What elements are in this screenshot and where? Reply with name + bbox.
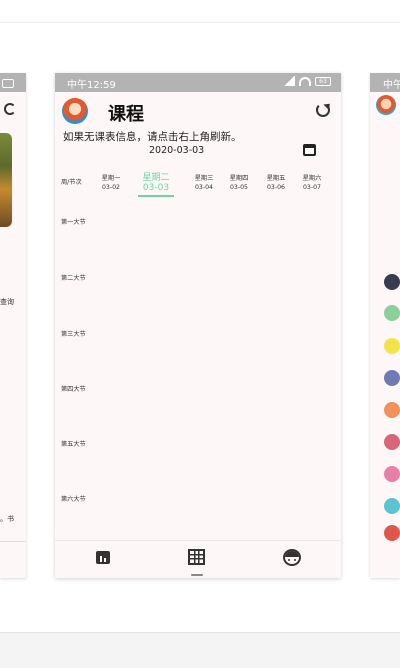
- left-preview-status-bar: [0, 73, 26, 92]
- menu-dot-icon: [384, 402, 400, 418]
- day-date: 03-04: [195, 184, 213, 191]
- day-date: 03-03: [142, 183, 170, 193]
- refresh-hint: 如果无课表信息，请点击右上角刷新。: [63, 131, 242, 143]
- tab-day-thursday[interactable]: 星期四 03-05: [228, 173, 250, 191]
- week-header: 周/节次 星期一 03-02 星期二 03-03 星期三 03-04 星期四 0…: [55, 169, 341, 197]
- day-name: 星期一: [101, 175, 121, 182]
- menu-dot-icon: [384, 525, 400, 541]
- period-label: 第五大节: [61, 441, 86, 448]
- status-icons: 63: [283, 76, 331, 86]
- preview-snippet: 。书: [0, 515, 14, 523]
- menu-dot-icon: [384, 466, 400, 482]
- week-header-corner: 周/节次: [61, 179, 82, 186]
- nav-active-indicator: [191, 574, 203, 576]
- day-name: 星期二: [142, 173, 170, 183]
- day-date: 03-06: [267, 184, 285, 191]
- day-date: 03-05: [230, 184, 248, 191]
- period-label: 第三大节: [61, 331, 86, 338]
- tab-day-monday[interactable]: 星期一 03-02: [100, 173, 122, 191]
- period-label: 第一大节: [61, 219, 86, 226]
- mascot-avatar-icon: [62, 98, 88, 124]
- right-preview-time: 中午: [383, 80, 400, 91]
- grid-icon[interactable]: [188, 549, 205, 565]
- menu-dot-icon: [384, 498, 400, 514]
- face-icon[interactable]: [283, 549, 301, 566]
- current-date: 2020-03-03: [149, 145, 205, 156]
- period-label: 第六大节: [61, 496, 86, 503]
- tab-day-saturday[interactable]: 星期六 03-07: [301, 173, 323, 191]
- day-date: 03-07: [303, 184, 321, 191]
- refresh-icon: [4, 103, 16, 115]
- day-name: 星期六: [302, 175, 322, 182]
- tab-day-friday[interactable]: 星期五 03-06: [265, 173, 287, 191]
- active-day-indicator: [138, 195, 174, 197]
- bottom-band: [0, 632, 400, 668]
- period-label: 第四大节: [61, 386, 86, 393]
- battery-icon: 63: [315, 76, 331, 86]
- preview-snippet: 查询: [0, 298, 14, 306]
- calendar-icon[interactable]: [303, 144, 316, 156]
- bottom-nav: [55, 540, 341, 578]
- status-bar: 中午12:59 63: [55, 73, 341, 92]
- preview-photo: [0, 133, 12, 227]
- top-divider: [0, 22, 400, 23]
- right-preview-card[interactable]: 中午: [370, 73, 400, 578]
- right-preview-status-bar: 中午: [370, 73, 400, 92]
- menu-dot-icon: [384, 434, 400, 450]
- period-label: 第二大节: [61, 275, 86, 282]
- menu-dot-icon: [384, 274, 400, 290]
- tab-day-wednesday[interactable]: 星期三 03-04: [193, 173, 215, 191]
- preview-divider: [0, 541, 26, 542]
- left-preview-card[interactable]: 查询 。书: [0, 73, 26, 578]
- status-time: 中午12:59: [67, 80, 116, 91]
- menu-dot-icon: [384, 370, 400, 386]
- phone-screen: 中午12:59 63 课程 如果无课表信息，请点击右上角刷新。 2020-03-…: [55, 73, 341, 578]
- tab-day-tuesday[interactable]: 星期二 03-03: [138, 170, 174, 193]
- menu-dot-icon: [384, 305, 400, 321]
- day-name: 星期四: [229, 175, 249, 182]
- day-name: 星期三: [194, 175, 214, 182]
- day-date: 03-02: [102, 184, 120, 191]
- page-title: 课程: [108, 104, 144, 125]
- signal-icon: [283, 76, 295, 86]
- refresh-button[interactable]: [316, 100, 333, 117]
- mascot-icon: [376, 95, 396, 115]
- bar-chart-icon[interactable]: [96, 551, 110, 564]
- wifi-icon: [299, 76, 311, 86]
- menu-dot-icon: [384, 338, 400, 354]
- day-name: 星期五: [266, 175, 286, 182]
